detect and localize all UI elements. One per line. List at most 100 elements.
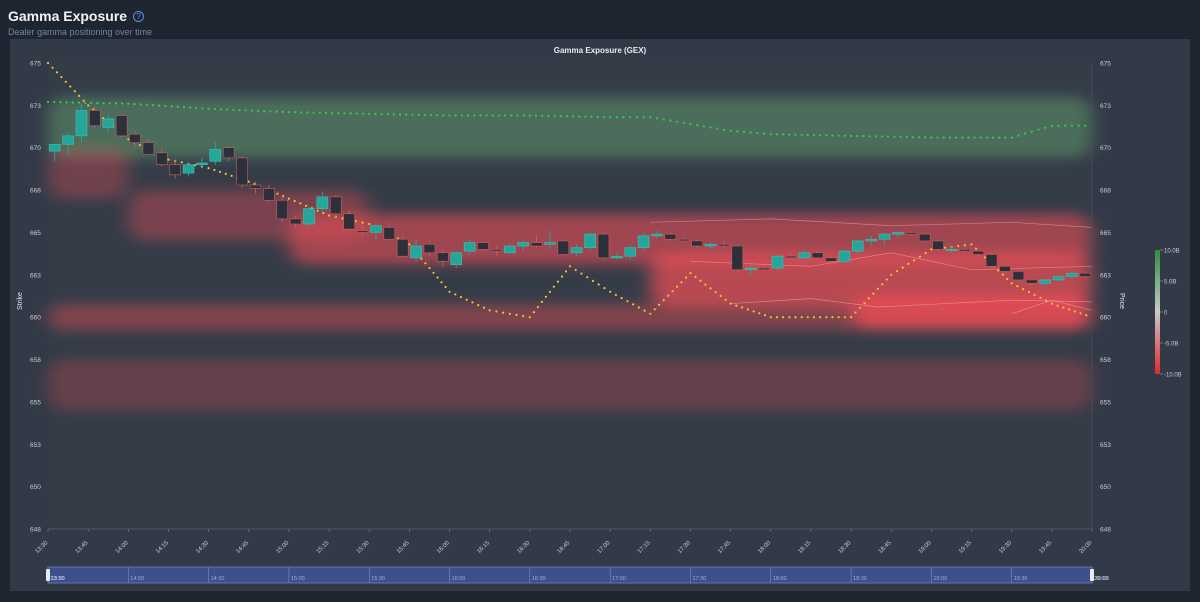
call-wall-dot (250, 109, 253, 112)
candle-body (611, 255, 623, 259)
x-tick-label: 19:15 (958, 540, 973, 555)
call-wall-dot (374, 112, 377, 116)
gamma-flip-dot (637, 306, 640, 309)
y-axis-label-strike: Strike (17, 292, 24, 310)
zoom-handle-right[interactable] (1090, 569, 1094, 581)
call-wall-dot (1004, 136, 1007, 139)
call-wall-dot (985, 136, 989, 139)
call-wall-dot (238, 109, 241, 112)
gamma-flip-dot (724, 298, 727, 301)
page-subtitle: Dealer gamma positioning over time (8, 27, 153, 37)
gamma-flip-dot (448, 290, 451, 293)
call-wall-dot (843, 134, 847, 137)
call-wall-dot (709, 126, 712, 129)
x-tick-label: 16:15 (476, 540, 491, 555)
gamma-flip-dot (806, 316, 809, 319)
question-circle-icon[interactable]: ? (133, 10, 145, 22)
call-wall-dot (1057, 124, 1060, 127)
call-wall-dot (522, 114, 525, 117)
colorbar-label: 0 (1164, 310, 1168, 316)
candle-body (249, 184, 262, 189)
gex-band-6 (851, 295, 1092, 330)
call-wall-dot (355, 112, 358, 115)
call-wall-dot (324, 111, 328, 114)
candle-body (651, 233, 663, 237)
call-wall-dot (71, 101, 74, 104)
call-wall-dot (467, 114, 470, 117)
call-wall-dot (572, 115, 575, 118)
candle-body (744, 267, 757, 271)
gamma-flip-dot (614, 293, 618, 296)
call-wall-dot (602, 116, 606, 119)
gamma-flip-dot (127, 138, 130, 141)
gamma-flip-dot (488, 309, 491, 312)
x-tick-label: 13:30 (35, 540, 50, 555)
gamma-flip-dot (1016, 285, 1019, 288)
call-wall-dot (825, 134, 828, 137)
y-tick-left: 650 (30, 484, 41, 491)
colorbar: 10.0B 5.0B 0 -5.0B -10.0B (1155, 248, 1182, 378)
candle-body (851, 240, 864, 252)
call-wall-dot (331, 112, 334, 115)
gamma-flip-dot (552, 285, 556, 288)
candle-body (798, 252, 811, 259)
candle-body (329, 196, 342, 215)
call-wall-dot (436, 114, 439, 117)
call-wall-dot (729, 129, 732, 132)
call-wall-dot (955, 136, 958, 139)
x-tick-label: 20:00 (1079, 540, 1094, 555)
candle-body (597, 233, 610, 259)
candle-body (624, 247, 637, 257)
gamma-flip-dot (812, 316, 816, 319)
candle (396, 235, 409, 258)
candle-body (209, 149, 222, 162)
y-axis-label-price: Price (1118, 293, 1125, 309)
call-wall-dot (992, 136, 995, 139)
gamma-flip-dot (662, 299, 665, 302)
candle-body (718, 244, 730, 247)
call-wall-dot (53, 101, 56, 104)
y-tick-right: 658 (1100, 357, 1111, 364)
call-wall-dot (448, 114, 451, 117)
gamma-flip-dot (719, 294, 722, 298)
call-wall-dot (294, 111, 297, 114)
gamma-flip-dot (540, 300, 544, 303)
call-wall-dot (182, 106, 185, 109)
y-tick-left: 665 (30, 230, 41, 237)
call-wall-dot (114, 102, 118, 105)
candle-body (811, 252, 824, 259)
call-wall-dot (948, 136, 952, 139)
gamma-flip-dot (354, 220, 357, 223)
gamma-flip-dot (1022, 288, 1025, 291)
gamma-flip-dot (885, 278, 888, 281)
gamma-flip-dot (436, 276, 439, 279)
candle-body (825, 257, 837, 262)
zoom-tick-label: 18:30 (853, 576, 867, 582)
candle-body (530, 242, 543, 247)
y-tick-right: 660 (1100, 315, 1111, 322)
gamma-flip-dot (895, 270, 899, 273)
zoom-tick-label: 17:00 (612, 576, 626, 582)
call-wall-dot (742, 130, 746, 133)
candle-body (637, 235, 650, 249)
call-wall-dot (565, 115, 569, 118)
y-tick-left: 670 (30, 145, 41, 152)
zoom-tick-label: 18:00 (773, 576, 787, 582)
gex-chart[interactable]: Gamma Exposure (GEX) 6756736706686656636… (10, 39, 1190, 591)
zoom-handle-left[interactable] (46, 569, 50, 581)
gamma-flip-dot (544, 295, 548, 298)
candle-body (276, 199, 289, 220)
gamma-flip-dot (444, 285, 447, 289)
gamma-flip-dot (471, 301, 474, 304)
gamma-flip-dot (680, 281, 683, 284)
candle-body (236, 157, 248, 186)
call-wall-dot (1024, 132, 1027, 135)
call-wall-dot (504, 114, 507, 117)
zoom-slider[interactable]: 13:30 14:00 14:30 15:00 15:30 16:00 16:30 17:00… (46, 566, 1109, 584)
x-tick-label: 17:15 (637, 540, 652, 555)
call-wall-dot (749, 131, 752, 134)
candle-body (959, 249, 971, 252)
call-wall-dot (1077, 124, 1080, 127)
page-header: Gamma Exposure ? Dealer gamma positionin… (8, 8, 152, 37)
candle-body (263, 188, 275, 201)
